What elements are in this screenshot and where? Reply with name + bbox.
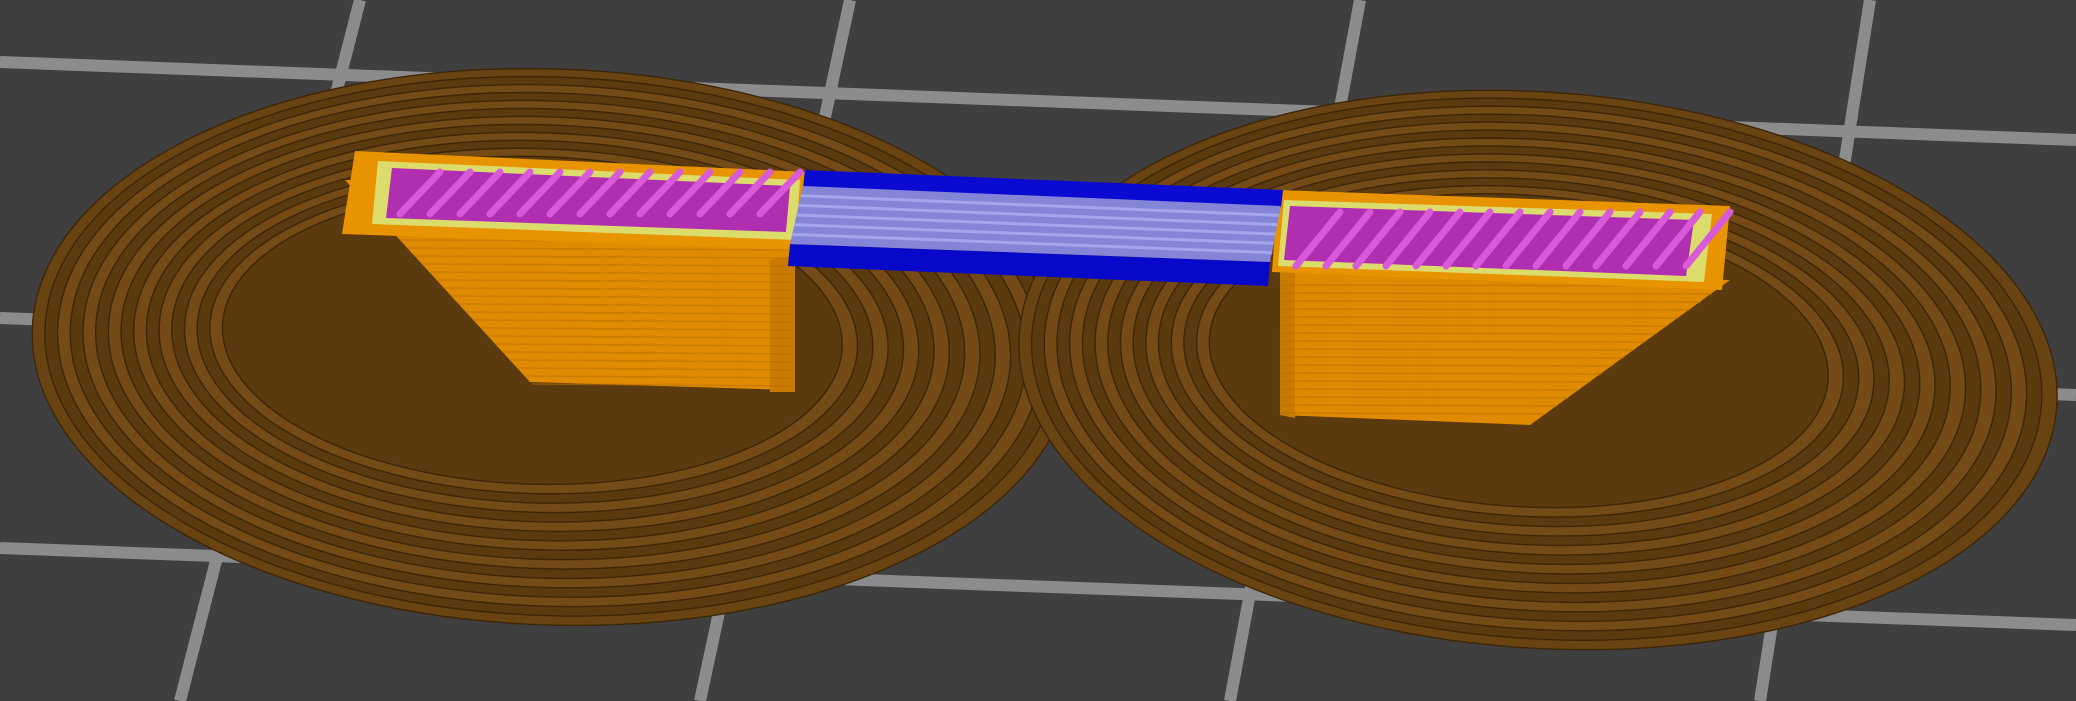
left-pillar-side-face	[770, 255, 795, 392]
3d-preview-viewport[interactable]	[0, 0, 2076, 701]
right-pillar-side-face	[1280, 270, 1295, 418]
bridge	[788, 170, 1283, 286]
